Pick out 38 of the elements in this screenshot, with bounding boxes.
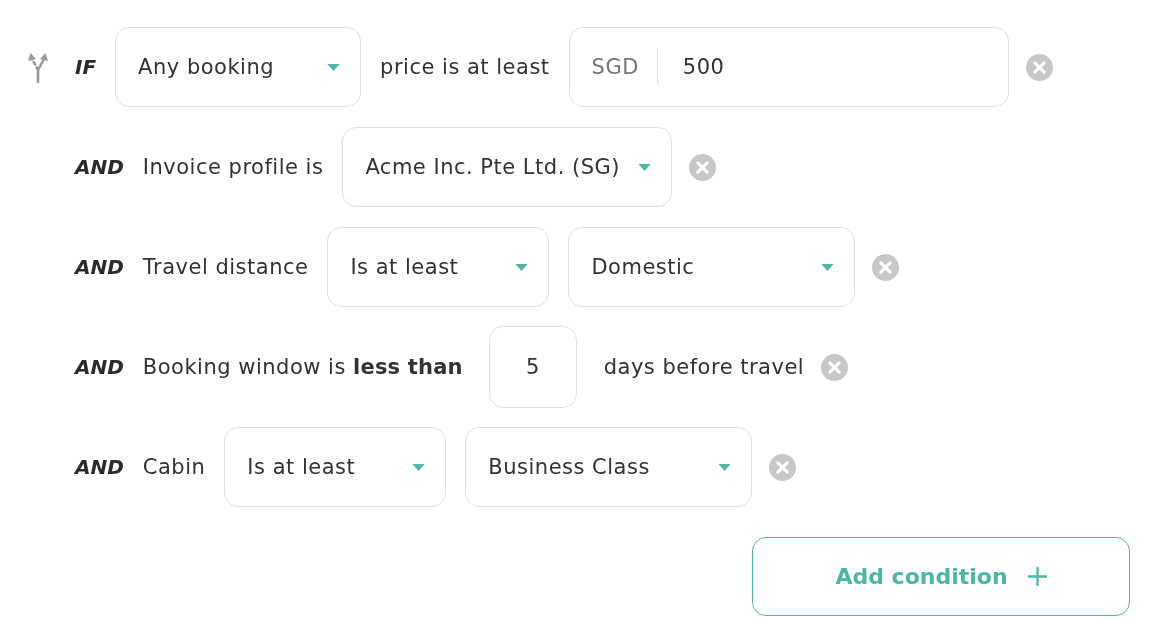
condition-keyword: IF (75, 55, 97, 79)
dropdown[interactable]: Business Class (465, 427, 753, 507)
remove-condition-button[interactable] (872, 253, 900, 281)
branch-icon (26, 51, 50, 83)
close-icon (872, 253, 900, 281)
remove-condition-button[interactable] (688, 153, 716, 181)
remove-condition-button[interactable] (1025, 53, 1053, 81)
caret-icon (327, 63, 341, 71)
dropdown[interactable]: Is at least (224, 427, 447, 507)
condition-keyword: AND (75, 355, 124, 379)
caret-icon (515, 263, 529, 271)
caret-icon (637, 163, 651, 171)
condition-keyword: AND (75, 155, 124, 179)
condition-label: price is at least (380, 55, 550, 79)
dropdown[interactable]: Domestic (568, 227, 856, 307)
close-icon (688, 153, 716, 181)
condition-label: days before travel (603, 355, 805, 379)
remove-condition-button[interactable] (821, 353, 849, 381)
condition-keyword: AND (75, 255, 124, 279)
condition-label: Travel distance (142, 255, 309, 279)
condition-label: Cabin (142, 455, 206, 479)
number-field[interactable]: 5 (488, 326, 577, 408)
caret-icon (718, 463, 732, 471)
currency-label: SGD (591, 50, 658, 84)
caret-icon (821, 263, 835, 271)
amount-field[interactable]: SGD 500 (568, 27, 1009, 107)
dropdown[interactable]: Any booking (115, 27, 362, 107)
close-icon (821, 353, 849, 381)
close-icon (769, 453, 797, 481)
dropdown[interactable]: Is at least (327, 227, 550, 307)
condition-keyword: AND (75, 455, 124, 479)
condition-label: Booking window is less than (142, 355, 463, 379)
condition-label: Invoice profile is (142, 155, 324, 179)
dropdown[interactable]: Acme Inc. Pte Ltd. (SG) (342, 127, 672, 207)
plus-icon (1027, 567, 1047, 586)
close-icon (1025, 53, 1053, 81)
remove-condition-button[interactable] (769, 453, 797, 481)
caret-icon (412, 463, 426, 471)
